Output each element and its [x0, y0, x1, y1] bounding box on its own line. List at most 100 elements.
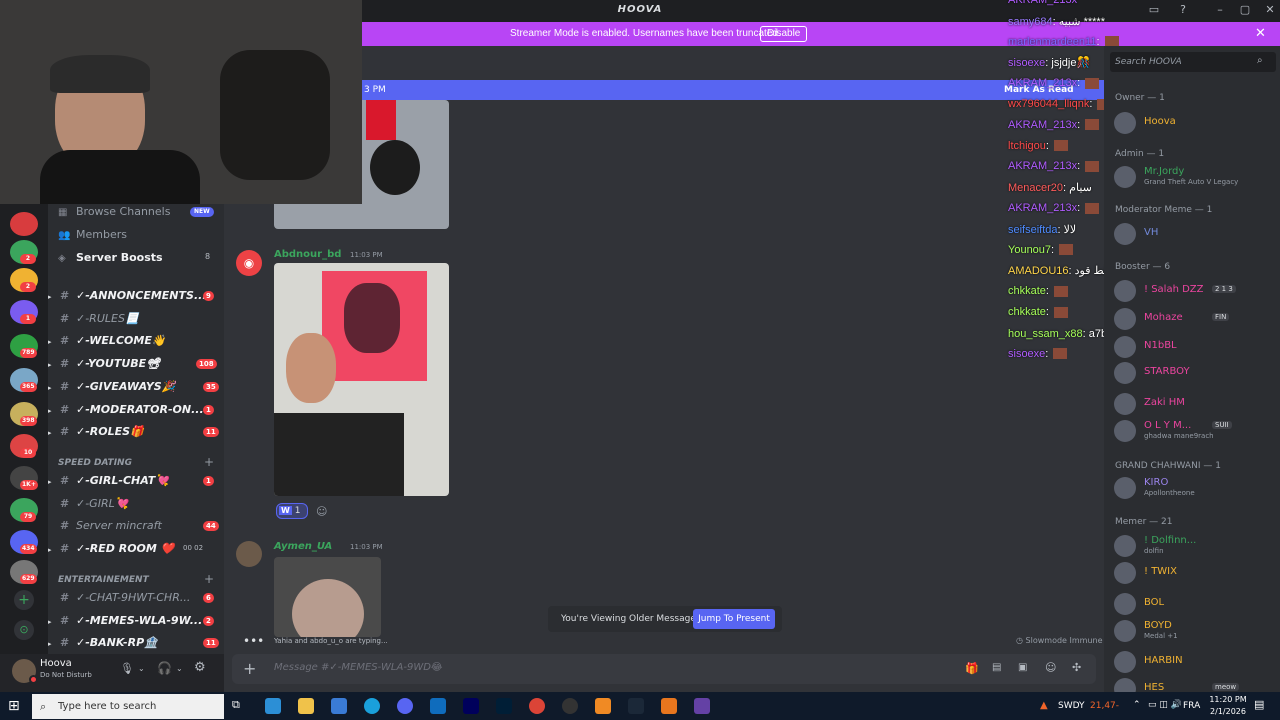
channel-item[interactable]: # Server mincraft [48, 516, 218, 536]
channel-item[interactable]: ▸ # ✓-BANK-RP🏦 [48, 633, 218, 653]
avatar[interactable]: ◉ [236, 250, 262, 276]
avatar[interactable] [236, 541, 262, 567]
add-reaction-icon[interactable]: ☺ [316, 505, 327, 518]
member-item[interactable]: ! Dolfinn... dolfin [1112, 535, 1274, 559]
member-item[interactable]: BOYD Medal +1 [1112, 620, 1274, 644]
jump-to-present-button[interactable]: Jump To Present [693, 609, 775, 629]
channel-item[interactable]: ▸ # ✓-MODERATOR-ON... [48, 400, 218, 420]
close-window-icon[interactable]: ✕ [1262, 3, 1278, 19]
message-author[interactable]: Aymen_UA [274, 541, 332, 552]
chat-username: ltchigou [1008, 139, 1046, 152]
weather-label[interactable]: SWDY [1058, 701, 1085, 711]
maximize-icon[interactable]: ▢ [1237, 3, 1253, 19]
member-item[interactable]: KIRO Apollontheone [1112, 477, 1274, 501]
member-item[interactable]: N1bBL [1112, 336, 1274, 360]
tray-icons[interactable]: ▭ ◫ 🔊 [1148, 700, 1182, 710]
stream-chat-line: AKRAM_213x: [1008, 119, 1100, 131]
add-server-icon[interactable]: + [14, 590, 34, 610]
chat-message: : [1077, 202, 1081, 214]
app-icon[interactable] [595, 698, 611, 714]
microphone-icon[interactable]: 🎙 [120, 662, 134, 675]
add-channel-icon[interactable]: + [204, 455, 214, 469]
member-item[interactable]: ! TWIX [1112, 562, 1274, 586]
channel-item[interactable]: ▸ # ✓-GIVEAWAYS🎉 [48, 377, 218, 397]
channel-item[interactable]: ◈ Server Boosts [58, 248, 218, 268]
channel-item[interactable]: 👥 Members [58, 225, 218, 245]
channel-item[interactable]: ▸ # ✓-WELCOME👋 [48, 331, 218, 351]
windows-start-icon[interactable]: ⊞ [8, 698, 20, 714]
minimize-icon[interactable]: – [1212, 3, 1228, 19]
avatar [1114, 562, 1136, 584]
channel-item[interactable]: ▸ # ✓-ROLES🎁 [48, 422, 218, 442]
disable-button[interactable]: Disable [760, 26, 808, 42]
inbox-icon[interactable]: ▭ [1146, 3, 1162, 19]
member-item[interactable]: Zaki HM [1112, 393, 1274, 417]
gear-icon[interactable]: ⚙ [194, 660, 206, 675]
obs-icon[interactable] [562, 698, 578, 714]
app-icon[interactable] [661, 698, 677, 714]
member-name: Zaki HM [1144, 397, 1185, 408]
app-icon[interactable] [331, 698, 347, 714]
chevron-up-icon[interactable]: ⌃ [1133, 700, 1141, 710]
member-item[interactable]: BOL [1112, 593, 1274, 617]
outlook-icon[interactable] [430, 698, 446, 714]
search-icon[interactable]: ⌕ [1257, 55, 1263, 66]
language-indicator[interactable]: FRA [1183, 701, 1200, 711]
apps-icon[interactable]: ✣ [1072, 661, 1081, 674]
premiere-icon[interactable] [463, 698, 479, 714]
gif-icon[interactable]: ▤ [992, 662, 1001, 673]
edge-icon[interactable] [364, 698, 380, 714]
image-shape [344, 283, 400, 353]
app-icon[interactable] [694, 698, 710, 714]
user-name[interactable]: Hoova [40, 658, 72, 669]
new-messages-bar[interactable] [362, 80, 1104, 100]
headphones-icon[interactable]: 🎧 [157, 661, 172, 675]
channel-item[interactable]: # ✓-GIRL💘 [48, 494, 218, 514]
channel-item[interactable]: ▸ # ✓-ANNONCEMENTS... [48, 286, 218, 306]
chevron-down-icon[interactable]: ⌄ [176, 664, 183, 673]
clock-time[interactable]: 11:20 PM [1208, 695, 1248, 704]
add-channel-icon[interactable]: + [204, 572, 214, 586]
channel-item[interactable]: ▸ # ✓-GIRL-CHAT💘 [48, 471, 218, 491]
category-speed-dating[interactable]: SPEED DATING [58, 458, 132, 468]
member-item[interactable]: ! Salah DZZ 2 1 3 [1112, 280, 1274, 304]
channel-item[interactable]: ▸ # ✓-YOUTUBE📽 [48, 354, 218, 374]
discover-icon[interactable]: ⊙ [14, 620, 34, 640]
notifications-icon[interactable]: ▤ [1254, 698, 1264, 711]
hash-icon: # [60, 591, 70, 604]
store-icon[interactable] [265, 698, 281, 714]
photoshop-icon[interactable] [496, 698, 512, 714]
channel-item[interactable]: # ✓-CHAT-9HWT-CHR... [48, 588, 218, 608]
message-author[interactable]: Abdnour_bd [274, 249, 341, 260]
file-explorer-icon[interactable] [298, 698, 314, 714]
message-image[interactable] [274, 263, 449, 496]
member-item[interactable]: STARBOY [1112, 362, 1274, 386]
member-item[interactable]: VH [1112, 223, 1274, 247]
chat-message: : [1089, 98, 1093, 110]
server-badge: 789 [20, 348, 37, 358]
reaction-chip[interactable]: W 1 [276, 503, 308, 519]
help-icon[interactable]: ? [1175, 3, 1191, 19]
attach-icon[interactable]: + [243, 659, 256, 678]
newbar-time: 3 PM [364, 85, 386, 95]
emoji-icon[interactable]: ☺ [1045, 661, 1056, 674]
member-item[interactable]: Hoova [1112, 112, 1274, 136]
close-banner-icon[interactable]: ✕ [1255, 26, 1266, 41]
chevron-down-icon[interactable]: ⌄ [138, 664, 145, 673]
sticker-icon[interactable]: ▣ [1018, 662, 1027, 673]
server-icon[interactable] [10, 212, 38, 236]
steam-icon[interactable] [628, 698, 644, 714]
member-item[interactable]: Mohaze FIN [1112, 308, 1274, 332]
gift-icon[interactable]: 🎁 [965, 662, 979, 675]
discord-icon[interactable] [397, 698, 413, 714]
task-view-icon[interactable]: ⧉ [232, 698, 248, 714]
chrome-icon[interactable] [529, 698, 545, 714]
channel-item[interactable]: # ✓-RULES📃 [48, 309, 218, 329]
member-item[interactable]: HARBIN [1112, 651, 1274, 675]
member-item[interactable]: O L Y M... ghadwa mane9rach SUII [1112, 420, 1274, 444]
avatar [1114, 477, 1136, 499]
category-entertainement[interactable]: ENTERTAINEMENT [58, 575, 149, 585]
channel-item[interactable]: ▸ # ✓-MEMES-WLA-9W... [48, 611, 218, 631]
message-image[interactable] [274, 557, 381, 637]
member-item[interactable]: Mr.Jordy Grand Theft Auto V Legacy [1112, 166, 1274, 190]
